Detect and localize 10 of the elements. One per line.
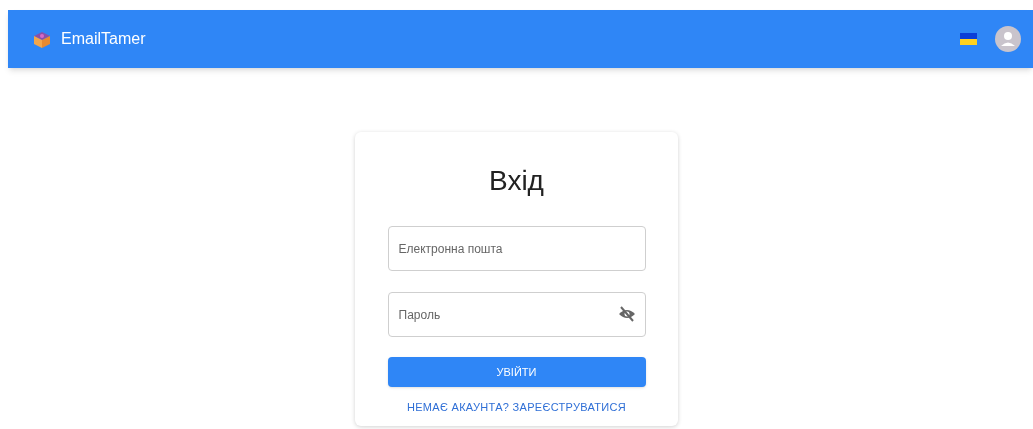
app-title[interactable]: EmailTamer <box>61 27 146 51</box>
login-button[interactable]: УВІЙТИ <box>387 357 646 387</box>
password-field[interactable]: Пароль <box>387 292 646 337</box>
register-link[interactable]: НЕМАЄ АКАУНТА? ЗАРЕЄСТРУВАТИСЯ <box>406 399 626 416</box>
flag-icon[interactable] <box>960 33 977 45</box>
login-title: Вхід <box>489 164 544 198</box>
box-logo-icon <box>32 29 52 49</box>
eye-slash-icon[interactable] <box>617 306 636 322</box>
user-avatar-icon[interactable] <box>995 26 1021 52</box>
email-field[interactable]: Електронна пошта <box>387 226 646 271</box>
